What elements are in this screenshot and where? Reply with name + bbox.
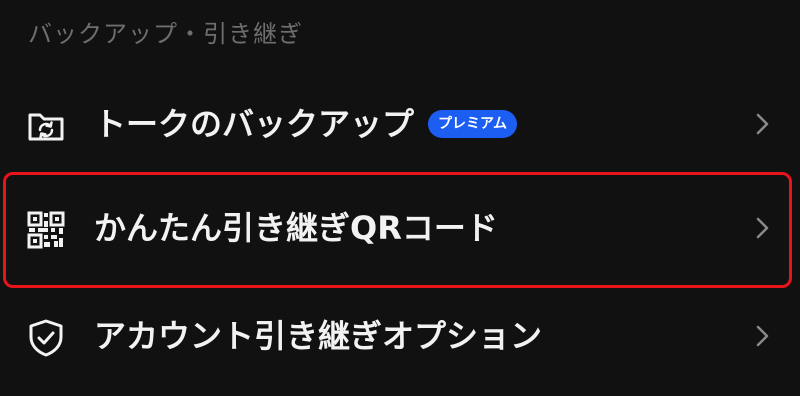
- folder-sync-icon: [28, 113, 64, 141]
- chevron-right-icon: [756, 217, 769, 239]
- shield-check-icon: [29, 319, 63, 357]
- talk-backup-row[interactable]: トークのバックアップ プレミアム: [0, 74, 800, 174]
- account-transfer-options-row[interactable]: アカウント引き継ぎオプション: [0, 286, 800, 386]
- settings-screen: バックアップ・引き継ぎ トークのバックアップ プレミアム かんたん引き継ぎQRコ…: [0, 0, 800, 396]
- talk-backup-label: トークのバックアップ: [94, 105, 415, 143]
- section-header: バックアップ・引き継ぎ: [28, 20, 303, 48]
- chevron-right-icon: [756, 113, 769, 135]
- qr-code-icon: [27, 211, 65, 249]
- premium-badge: プレミアム: [428, 110, 518, 138]
- easy-transfer-qr-label: かんたん引き継ぎQRコード: [94, 209, 498, 247]
- easy-transfer-qr-row[interactable]: かんたん引き継ぎQRコード: [0, 178, 800, 278]
- account-transfer-options-label: アカウント引き継ぎオプション: [94, 317, 543, 355]
- chevron-right-icon: [756, 325, 769, 347]
